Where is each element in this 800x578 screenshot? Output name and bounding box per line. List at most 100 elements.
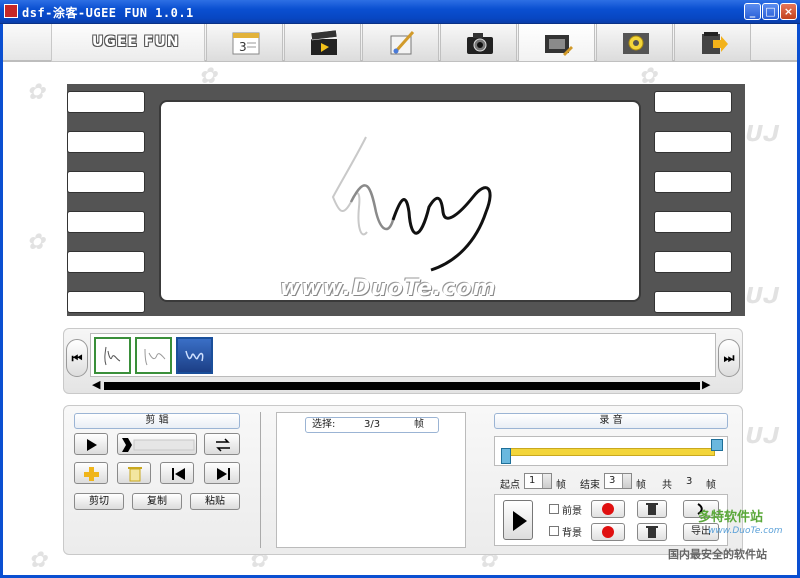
end-label: 结束 [580,480,600,491]
film-hole [654,171,732,193]
film-hole [67,211,145,233]
logo-text: UGEE FUN [92,34,180,50]
tool-exit[interactable] [674,24,751,62]
audio-range-slider[interactable] [494,436,728,466]
window-title: dsf-涂客-UGEE FUN 1.0.1 [22,6,194,20]
drawing-stroke [331,136,492,272]
camera-icon [467,33,493,54]
record-icon [602,503,614,515]
play-icon [87,439,97,451]
film-hole [67,131,145,153]
selection-unit: 帧 [414,419,424,430]
trash-icon [646,526,658,538]
calendar-badge: 3 [239,40,247,54]
film-hole [67,291,145,313]
app-icon [4,4,18,18]
start-frame-spinner[interactable]: 1 [524,473,552,489]
section-divider [260,412,261,548]
watermark-url: www.DuoTe.com [708,526,783,536]
film-hole [67,91,145,113]
film-hole [654,131,732,153]
selection-label: 选择: [312,419,336,430]
foreground-label: 前景 [562,506,582,517]
site-watermark: 多特软件站 www.DuoTe.com 国内最安全的软件站 [668,504,798,574]
delete-background-audio-button[interactable] [637,523,667,541]
title-bar[interactable]: dsf-涂客-UGEE FUN 1.0.1 _ □ × [0,0,800,24]
frame-timeline: ⏮ ⏭ ◀ ▶ [63,328,743,394]
loop-button[interactable] [204,433,240,455]
delete-frame-button[interactable] [117,462,151,484]
add-frame-button[interactable] [74,462,108,484]
skip-back-icon [172,468,185,480]
play-button[interactable] [74,433,108,455]
progress-chevron-icon [122,438,195,452]
tool-edit-frame[interactable] [518,24,595,62]
maximize-button[interactable]: □ [762,3,779,20]
background-label: 背景 [562,528,582,539]
first-frame-button[interactable]: ⏮ [66,339,88,377]
foreground-checkbox[interactable] [549,504,559,514]
scroll-track[interactable] [104,382,700,390]
tool-camera[interactable] [440,24,517,62]
end-frame-spinner[interactable]: 3 [604,473,632,489]
control-panel: 剪 辑 剪切 复制 粘贴 选择: 3/3 帧 录 音 起点 1 帧 结束 3 帧… [63,405,743,555]
close-button[interactable]: × [780,3,797,20]
frame-thumbnail[interactable] [94,337,131,374]
range-end-handle[interactable] [711,439,723,451]
record-background-button[interactable] [591,523,625,541]
start-unit: 帧 [556,480,566,491]
ugee-logo: UGEE FUN [51,24,205,62]
frame-thumbnail[interactable] [135,337,172,374]
first-frame-edit-button[interactable] [160,462,194,484]
tool-movie[interactable] [284,24,361,62]
record-foreground-button[interactable] [591,500,625,518]
exit-arrow-icon [702,32,728,54]
scroll-left-arrow[interactable]: ◀ [92,379,100,390]
scroll-right-arrow[interactable]: ▶ [702,379,710,390]
cut-button[interactable]: 剪切 [74,493,124,510]
canvas-screen[interactable] [159,100,641,302]
film-hole [654,291,732,313]
watermark-slogan: 国内最安全的软件站 [668,548,767,561]
end-unit: 帧 [636,480,646,491]
frame-thumbnail-selected[interactable] [176,337,213,374]
film-hole [654,91,732,113]
record-section-title: 录 音 [494,413,728,429]
gear-icon [623,33,649,54]
range-start-handle[interactable] [501,448,511,464]
plus-icon [84,467,99,481]
delete-foreground-audio-button[interactable] [637,500,667,518]
film-hole [67,251,145,273]
film-edit-icon [545,35,573,56]
background-checkbox[interactable] [549,526,559,536]
audio-play-button[interactable] [503,500,533,540]
tool-settings[interactable] [596,24,673,62]
total-label: 共 [662,480,672,491]
total-unit: 帧 [706,480,716,491]
trash-icon [646,503,658,515]
frame-list [90,333,716,377]
timeline-scrollbar[interactable]: ◀ ▶ [92,379,712,390]
tool-calendar[interactable]: 3 [206,24,283,62]
copy-button[interactable]: 复制 [132,493,182,510]
selection-header: 选择: 3/3 帧 [305,417,439,433]
preview-watermark: www.DuoTe.com [280,276,497,301]
watermark-brand: 多特软件站 [698,510,764,525]
film-hole [654,251,732,273]
paint-brush-icon [390,31,415,55]
film-hole [67,171,145,193]
trash-icon [128,467,142,482]
tool-paint[interactable] [362,24,439,62]
minimize-button[interactable]: _ [744,3,761,20]
last-frame-edit-button[interactable] [204,462,240,484]
playback-progress[interactable] [117,433,197,455]
calendar-icon: 3 [232,32,260,55]
selection-value: 3/3 [364,419,381,430]
last-frame-button[interactable]: ⏭ [718,339,740,377]
selection-panel: 选择: 3/3 帧 [276,412,466,548]
record-icon [602,526,614,538]
edit-section-title: 剪 辑 [74,413,240,429]
total-value: 3 [686,476,693,487]
paste-button[interactable]: 粘贴 [190,493,240,510]
clapperboard-icon [310,30,338,55]
